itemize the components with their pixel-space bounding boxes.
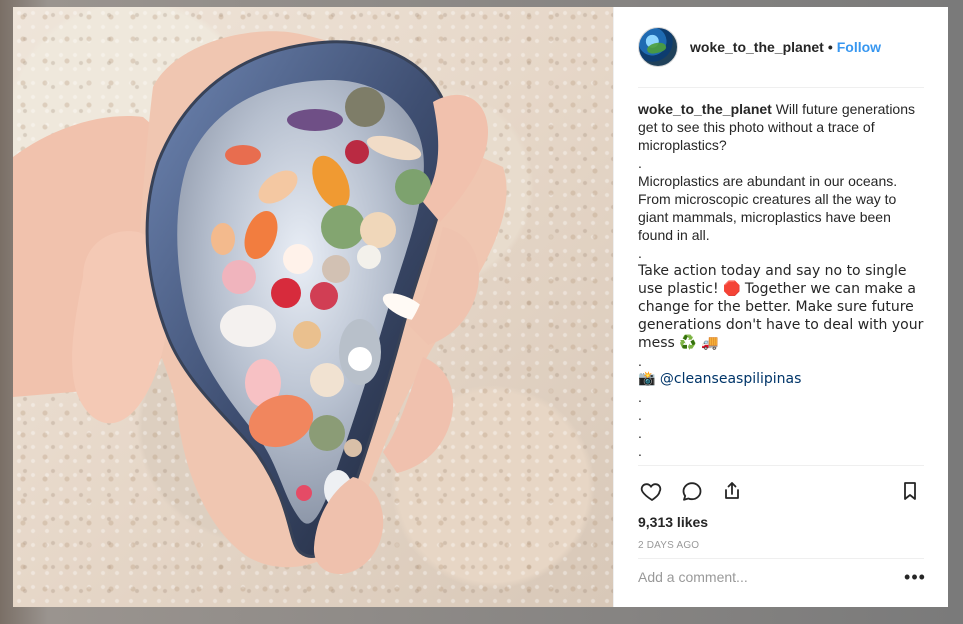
- caption-line-2: .: [638, 155, 642, 171]
- follow-button[interactable]: Follow: [837, 39, 881, 55]
- heart-icon: [640, 483, 662, 502]
- caption-line-3: Microplastics are abundant in our oceans…: [638, 173, 902, 243]
- avatar[interactable]: [638, 27, 678, 67]
- post-header: woke_to_the_planet • Follow: [638, 7, 924, 88]
- caption-line-7: 📸 @cleanseaspilipinas: [638, 371, 802, 387]
- more-options-button[interactable]: •••: [904, 568, 925, 586]
- caption-line-1: woke_to_the_planet Will future generatio…: [638, 100, 924, 154]
- caption-line-6: .: [638, 353, 642, 369]
- post-sidebar: woke_to_the_planet • Follow woke_to_the_pl…: [613, 7, 948, 607]
- caption-line-4: .: [638, 245, 642, 261]
- bookmark-icon: [904, 482, 916, 500]
- comment-button[interactable]: [678, 477, 706, 505]
- caption-line-10: .: [638, 425, 642, 441]
- caption-line-5: Take action today and say no to single u…: [638, 263, 924, 351]
- likes-count[interactable]: 9,313 likes: [638, 514, 924, 530]
- share-button[interactable]: [718, 477, 746, 505]
- username-link[interactable]: woke_to_the_planet: [690, 39, 824, 55]
- action-icons-row: [638, 476, 924, 506]
- instagram-post-modal: woke_to_the_planet • Follow woke_to_the_pl…: [13, 7, 948, 607]
- caption-username[interactable]: woke_to_the_planet: [638, 101, 772, 117]
- comment-input[interactable]: Add a comment...: [638, 569, 748, 585]
- caption-line-9: .: [638, 407, 642, 423]
- post-time[interactable]: 2 DAYS AGO: [638, 540, 924, 551]
- save-button[interactable]: [896, 477, 924, 505]
- post-header-text: woke_to_the_planet • Follow: [690, 39, 881, 55]
- caption-section: woke_to_the_planet Will future generatio…: [638, 88, 924, 465]
- post-image[interactable]: [13, 7, 613, 607]
- photo-credit-tag[interactable]: @cleanseaspilipinas: [660, 371, 802, 387]
- caption-line-8: .: [638, 389, 642, 405]
- share-icon: [725, 482, 739, 499]
- shell-photo: [13, 31, 507, 575]
- comment-icon: [682, 482, 702, 501]
- caption-line-11: .: [638, 443, 642, 459]
- like-button[interactable]: [638, 477, 666, 505]
- separator-dot: •: [827, 39, 833, 55]
- comment-input-row: Add a comment... •••: [638, 558, 925, 595]
- post-actions: 9,313 likes 2 DAYS AGO Add a comment... …: [638, 465, 925, 586]
